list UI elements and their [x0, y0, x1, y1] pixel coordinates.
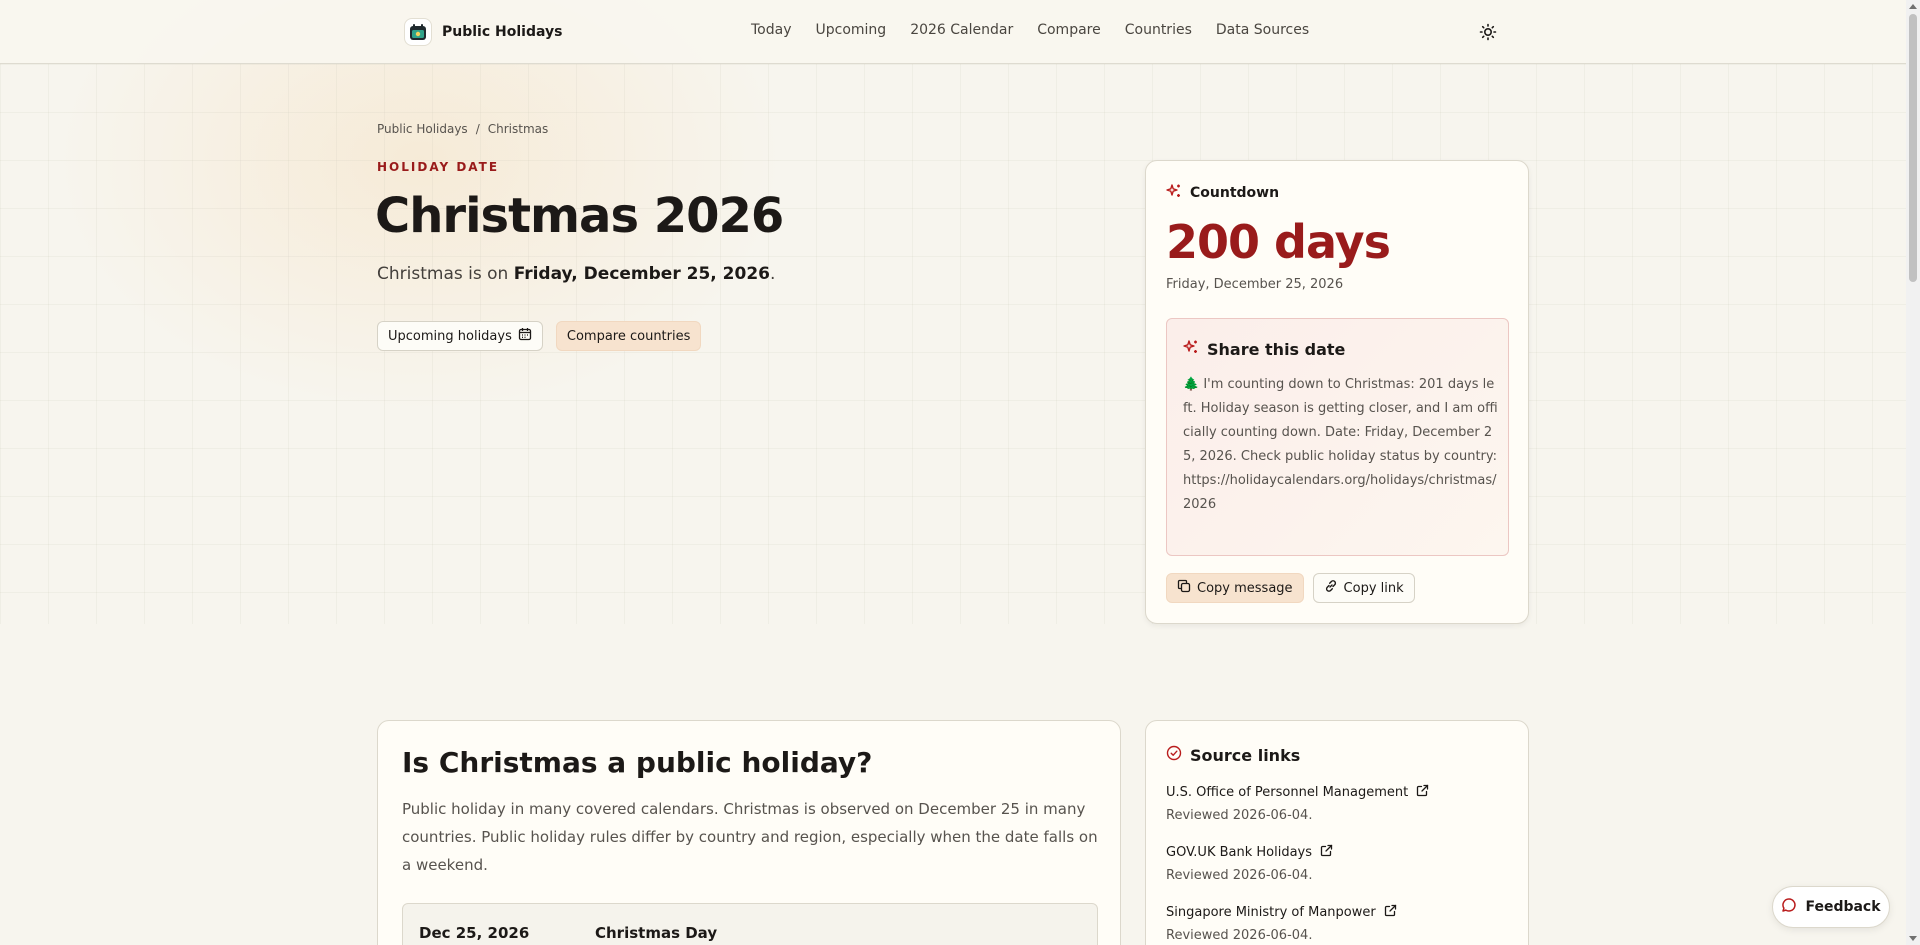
- countdown-days: 200 days: [1166, 215, 1391, 269]
- hero-actions: Upcoming holidays Compare countries: [377, 321, 702, 351]
- countdown-heading: Countdown: [1166, 183, 1279, 203]
- upcoming-holidays-label: Upcoming holidays: [388, 328, 512, 344]
- brand[interactable]: Public Holidays: [404, 18, 562, 46]
- calendar-logo-icon: [404, 18, 432, 46]
- main-nav: Today Upcoming 2026 Calendar Compare Cou…: [751, 22, 1309, 38]
- eyebrow-label: HOLIDAY DATE: [377, 160, 500, 174]
- source-links-card: Source links U.S. Office of Personnel Ma…: [1145, 720, 1529, 945]
- breadcrumb-home[interactable]: Public Holidays: [377, 122, 468, 136]
- copy-message-button[interactable]: Copy message: [1166, 573, 1304, 603]
- check-circle-icon: [1166, 745, 1182, 765]
- source-reviewed: Reviewed 2026-06-04.: [1166, 808, 1313, 823]
- breadcrumb-separator: /: [475, 122, 480, 136]
- row-holiday-name: Christmas Day: [595, 924, 718, 942]
- breadcrumb-current: Christmas: [487, 122, 549, 136]
- source-reviewed: Reviewed 2026-06-04.: [1166, 928, 1313, 943]
- compare-countries-button[interactable]: Compare countries: [555, 321, 702, 351]
- subtitle-prefix: Christmas is on: [377, 264, 514, 284]
- copy-link-label: Copy link: [1343, 580, 1404, 596]
- source-link-singapore-mom[interactable]: Singapore Ministry of Manpower: [1166, 902, 1429, 922]
- table-row: Dec 25, 2026 Christmas Day: [402, 903, 1098, 945]
- source-name: GOV.UK Bank Holidays: [1166, 844, 1313, 860]
- link-icon: [1324, 579, 1338, 597]
- background-grid: [0, 64, 1906, 624]
- source-link-opm[interactable]: U.S. Office of Personnel Management: [1166, 782, 1429, 802]
- share-panel: Share this date 🌲 I'm counting down to C…: [1166, 318, 1509, 556]
- countdown-card: Countdown 200 days Friday, December 25, …: [1145, 160, 1529, 624]
- scrollbar-thumb[interactable]: [1909, 14, 1917, 282]
- holiday-date-summary: Christmas is on Friday, December 25, 202…: [377, 264, 775, 284]
- source-links-heading: Source links: [1166, 745, 1300, 765]
- calendar-icon: [518, 327, 532, 345]
- share-actions: Copy message Copy link: [1166, 573, 1415, 603]
- source-name: Singapore Ministry of Manpower: [1166, 904, 1376, 920]
- nav-countries[interactable]: Countries: [1125, 22, 1192, 38]
- nav-today[interactable]: Today: [751, 22, 792, 38]
- subtitle-date: Friday, December 25, 2026: [513, 264, 770, 284]
- info-title: Is Christmas a public holiday?: [402, 746, 873, 779]
- nav-calendar[interactable]: 2026 Calendar: [910, 22, 1013, 38]
- countdown-date: Friday, December 25, 2026: [1166, 277, 1344, 292]
- scroll-down-arrow-icon[interactable]: [1909, 936, 1917, 941]
- source-reviewed: Reviewed 2026-06-04.: [1166, 868, 1313, 883]
- upcoming-holidays-button[interactable]: Upcoming holidays: [377, 321, 543, 351]
- sparkle-icon: [1166, 183, 1182, 203]
- feedback-label: Feedback: [1805, 899, 1881, 915]
- countdown-heading-text: Countdown: [1190, 185, 1280, 201]
- external-link-icon: [1384, 904, 1397, 921]
- source-links-heading-text: Source links: [1190, 745, 1301, 765]
- copy-icon: [1177, 579, 1191, 597]
- list-item: GOV.UK Bank Holidays Reviewed 2026-06-04…: [1166, 842, 1429, 902]
- chat-bubble-icon: [1781, 897, 1797, 917]
- nav-data-sources[interactable]: Data Sources: [1216, 22, 1309, 38]
- brand-name: Public Holidays: [442, 24, 563, 40]
- scroll-up-arrow-icon[interactable]: [1909, 4, 1917, 9]
- site-header: Public Holidays Today Upcoming 2026 Cale…: [0, 0, 1906, 64]
- info-text: Public holiday in many covered calendars…: [402, 800, 1098, 874]
- sparkle-icon: [1183, 339, 1199, 359]
- source-list: U.S. Office of Personnel Management Revi…: [1166, 782, 1429, 945]
- subtitle-suffix: .: [770, 264, 776, 284]
- source-name: U.S. Office of Personnel Management: [1166, 784, 1409, 800]
- row-date: Dec 25, 2026: [419, 924, 530, 942]
- nav-compare[interactable]: Compare: [1037, 22, 1101, 38]
- page-scrollbar[interactable]: [1906, 0, 1920, 945]
- list-item: U.S. Office of Personnel Management Revi…: [1166, 782, 1429, 842]
- source-link-gov-uk[interactable]: GOV.UK Bank Holidays: [1166, 842, 1429, 862]
- sun-icon[interactable]: [1478, 22, 1498, 42]
- breadcrumb: Public Holidays / Christmas: [377, 122, 548, 136]
- copy-message-label: Copy message: [1197, 580, 1293, 596]
- share-heading-text: Share this date: [1207, 339, 1346, 359]
- external-link-icon: [1416, 784, 1429, 801]
- share-message: 🌲 I'm counting down to Christmas: 201 da…: [1183, 377, 1498, 512]
- share-heading: Share this date: [1183, 339, 1345, 359]
- nav-upcoming[interactable]: Upcoming: [816, 22, 887, 38]
- external-link-icon: [1320, 844, 1333, 861]
- page-title: Christmas 2026: [375, 188, 784, 244]
- list-item: Singapore Ministry of Manpower Reviewed …: [1166, 902, 1429, 945]
- feedback-button[interactable]: Feedback: [1772, 886, 1890, 928]
- copy-link-button[interactable]: Copy link: [1312, 573, 1415, 603]
- public-holiday-info-card: Is Christmas a public holiday? Public ho…: [377, 720, 1121, 945]
